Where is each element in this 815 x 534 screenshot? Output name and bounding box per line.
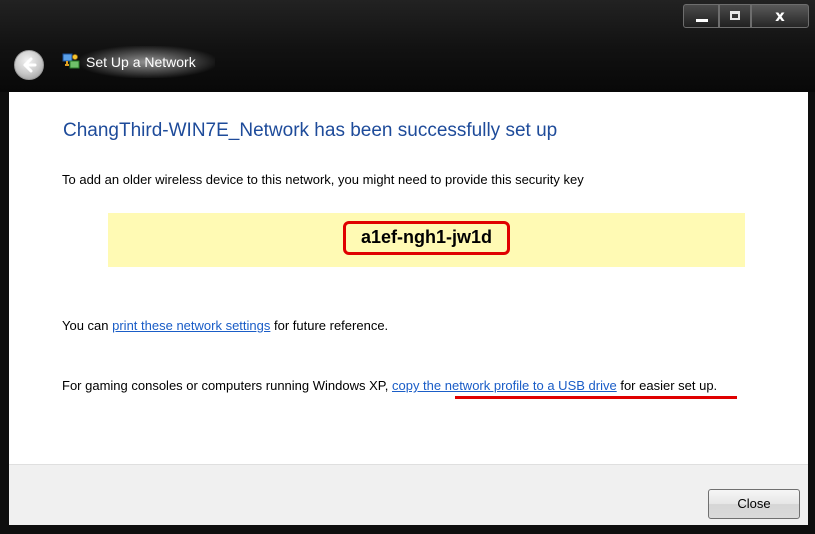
window-controls: x	[683, 4, 813, 30]
minimize-icon	[696, 19, 708, 22]
copy-profile-usb-link[interactable]: copy the network profile to a USB drive	[392, 378, 617, 393]
copy-profile-text: For gaming consoles or computers running…	[62, 377, 762, 394]
print-line-before: You can	[62, 318, 113, 333]
close-button[interactable]: Close	[708, 489, 800, 519]
title-bar: x Set Up a Network	[0, 0, 815, 92]
window-title: Set Up a Network	[86, 54, 196, 70]
set-up-network-window: x Set Up a Network ChangThird-WIN7E_Netw…	[0, 0, 815, 534]
xp-line-before: For gaming consoles or computers running…	[62, 378, 392, 393]
intro-text: To add an older wireless device to this …	[62, 172, 584, 187]
close-icon: x	[775, 7, 785, 25]
security-key-band: a1ef-ngh1-jw1d	[108, 213, 745, 267]
content-area: ChangThird-WIN7E_Network has been succes…	[9, 92, 808, 464]
close-window-button[interactable]: x	[751, 4, 809, 28]
back-arrow-icon	[23, 57, 37, 73]
print-settings-text: You can print these network settings for…	[62, 318, 388, 333]
maximize-icon	[730, 11, 740, 20]
back-button[interactable]	[14, 50, 44, 80]
network-setup-icon	[62, 53, 80, 69]
page-heading: ChangThird-WIN7E_Network has been succes…	[63, 120, 558, 141]
dialog-footer: Close	[9, 464, 808, 525]
xp-line-after: for easier set up.	[616, 378, 718, 393]
minimize-button[interactable]	[683, 4, 719, 28]
print-line-after: for future reference.	[270, 318, 389, 333]
maximize-button[interactable]	[719, 4, 751, 28]
red-annotation-underline	[455, 396, 737, 399]
security-key: a1ef-ngh1-jw1d	[343, 221, 510, 255]
print-settings-link[interactable]: print these network settings	[112, 318, 270, 333]
